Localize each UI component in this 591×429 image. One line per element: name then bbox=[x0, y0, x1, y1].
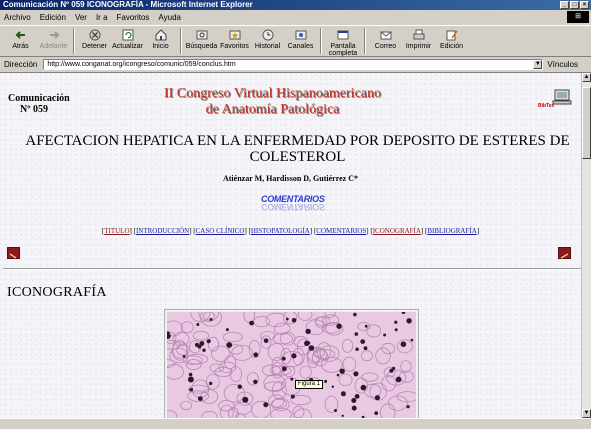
search-icon bbox=[195, 28, 209, 42]
close-button[interactable]: × bbox=[580, 1, 589, 9]
menu-archivo[interactable]: Archivo bbox=[4, 13, 31, 22]
toolbar: Atrás Adelante Detener Actualizar Inicio… bbox=[0, 25, 591, 57]
address-label: Dirección bbox=[4, 60, 38, 69]
minimize-button[interactable]: _ bbox=[560, 1, 569, 9]
bibtex-link[interactable]: BibTex bbox=[538, 89, 572, 111]
home-icon bbox=[154, 28, 168, 42]
back-button[interactable]: Atrás bbox=[4, 26, 37, 56]
menu-ayuda[interactable]: Ayuda bbox=[158, 13, 181, 22]
title-bar: Comunicación Nº 059 ICONOGRAFÍA - Micros… bbox=[0, 0, 591, 10]
scroll-up-icon[interactable]: ▲ bbox=[582, 73, 591, 82]
mail-button[interactable]: Correo bbox=[369, 26, 402, 56]
menu-ir-a[interactable]: Ir a bbox=[96, 13, 108, 22]
stop-button[interactable]: Detener bbox=[78, 26, 111, 56]
nav-link-bibliografia[interactable]: BIBLIOGRAFÍA bbox=[427, 227, 476, 235]
previous-page-button[interactable] bbox=[7, 247, 20, 259]
menu-bar: Archivo Edición Ver Ir a Favoritos Ayuda… bbox=[0, 11, 591, 24]
history-icon bbox=[261, 28, 275, 42]
nav-link-iconografia[interactable]: ICONOGRAFÍA bbox=[373, 227, 421, 235]
nav-link-caso-clinico[interactable]: CASO CLÍNICO bbox=[196, 227, 245, 235]
arrow-left-icon bbox=[9, 253, 17, 259]
divider bbox=[3, 268, 581, 270]
printer-icon bbox=[412, 28, 426, 42]
vertical-scrollbar[interactable]: ▲ ▼ bbox=[581, 73, 591, 419]
page-content: Comunicación Nº 059 II Congreso Virtual … bbox=[0, 72, 591, 429]
nav-link-introduccion[interactable]: INTRODUCCIÓN bbox=[136, 227, 189, 235]
nav-link-comentarios[interactable]: COMENTARIOS bbox=[316, 227, 366, 235]
browser-window: Comunicación Nº 059 ICONOGRAFÍA - Micros… bbox=[0, 0, 591, 429]
menu-ver[interactable]: Ver bbox=[75, 13, 87, 22]
mail-icon bbox=[379, 28, 393, 42]
windows-logo-icon: ⊞ bbox=[567, 11, 589, 23]
nav-link-titulo[interactable]: TITULO bbox=[104, 227, 129, 235]
congress-title: II Congreso Virtual Hispanoamericano de … bbox=[163, 86, 381, 117]
arrow-right-icon bbox=[560, 253, 569, 259]
menu-edicion[interactable]: Edición bbox=[40, 13, 66, 22]
search-button[interactable]: Búsqueda bbox=[185, 26, 218, 56]
forward-arrow-icon bbox=[47, 28, 61, 42]
section-nav: [TITULO] [INTRODUCCIÓN] [CASO CLÍNICO] [… bbox=[101, 227, 480, 235]
forward-button[interactable]: Adelante bbox=[37, 26, 70, 56]
figure-tooltip: Figura 1 bbox=[295, 380, 324, 389]
comentarios-logo-link[interactable]: COMENTARIOS COMENTARIOS bbox=[255, 194, 330, 218]
communication-number: Comunicación Nº 059 bbox=[8, 93, 70, 115]
refresh-icon bbox=[121, 28, 135, 42]
status-bar bbox=[0, 418, 591, 429]
toolbar-separator bbox=[364, 28, 366, 54]
authors: Atiénzar M, Hardisson D, Gutiérrez C* bbox=[222, 174, 358, 183]
bibtex-label: BibTex bbox=[538, 103, 555, 109]
stop-icon bbox=[88, 28, 102, 42]
print-button[interactable]: Imprimir bbox=[402, 26, 435, 56]
window-title: Comunicación Nº 059 ICONOGRAFÍA - Micros… bbox=[3, 0, 253, 9]
history-button[interactable]: Historial bbox=[251, 26, 284, 56]
toolbar-separator bbox=[180, 28, 182, 54]
favorites-icon bbox=[228, 28, 242, 42]
channels-button[interactable]: Canales bbox=[284, 26, 317, 56]
links-button[interactable]: Vínculos bbox=[547, 60, 578, 69]
favorites-button[interactable]: Favoritos bbox=[218, 26, 251, 56]
refresh-button[interactable]: Actualizar bbox=[111, 26, 144, 56]
edit-button[interactable]: Edición bbox=[435, 26, 468, 56]
address-bar: Dirección http://www.conganat.org/icongr… bbox=[0, 58, 591, 71]
toolbar-separator bbox=[73, 28, 75, 54]
menu-favoritos[interactable]: Favoritos bbox=[117, 13, 150, 22]
computer-icon bbox=[552, 89, 572, 105]
page-title: AFECTACION HEPATICA EN LA ENFERMEDAD POR… bbox=[25, 133, 570, 165]
back-arrow-icon bbox=[14, 28, 28, 42]
scroll-down-icon[interactable]: ▼ bbox=[582, 409, 591, 418]
toolbar-separator bbox=[320, 28, 322, 54]
maximize-button[interactable]: □ bbox=[570, 1, 579, 9]
chevron-down-icon[interactable]: ▼ bbox=[533, 60, 543, 69]
section-heading: ICONOGRAFÍA bbox=[7, 285, 107, 300]
home-button[interactable]: Inicio bbox=[144, 26, 177, 56]
histology-micrograph bbox=[167, 312, 416, 418]
fullscreen-button[interactable]: Pantalla completa bbox=[325, 26, 361, 57]
channels-icon bbox=[294, 28, 308, 42]
edit-icon bbox=[445, 28, 459, 42]
comentarios-logo-reflection: COMENTARIOS bbox=[261, 202, 325, 212]
next-page-button[interactable] bbox=[558, 247, 571, 259]
fullscreen-icon bbox=[336, 28, 350, 42]
histology-image[interactable]: Figura 1 bbox=[165, 310, 418, 420]
scroll-thumb[interactable] bbox=[582, 87, 591, 159]
window-controls: _ □ × bbox=[560, 1, 589, 9]
address-input[interactable]: http://www.conganat.org/icongreso/comuni… bbox=[43, 59, 544, 70]
nav-link-histopatologia[interactable]: HISTOPATOLOGÍA bbox=[251, 227, 310, 235]
